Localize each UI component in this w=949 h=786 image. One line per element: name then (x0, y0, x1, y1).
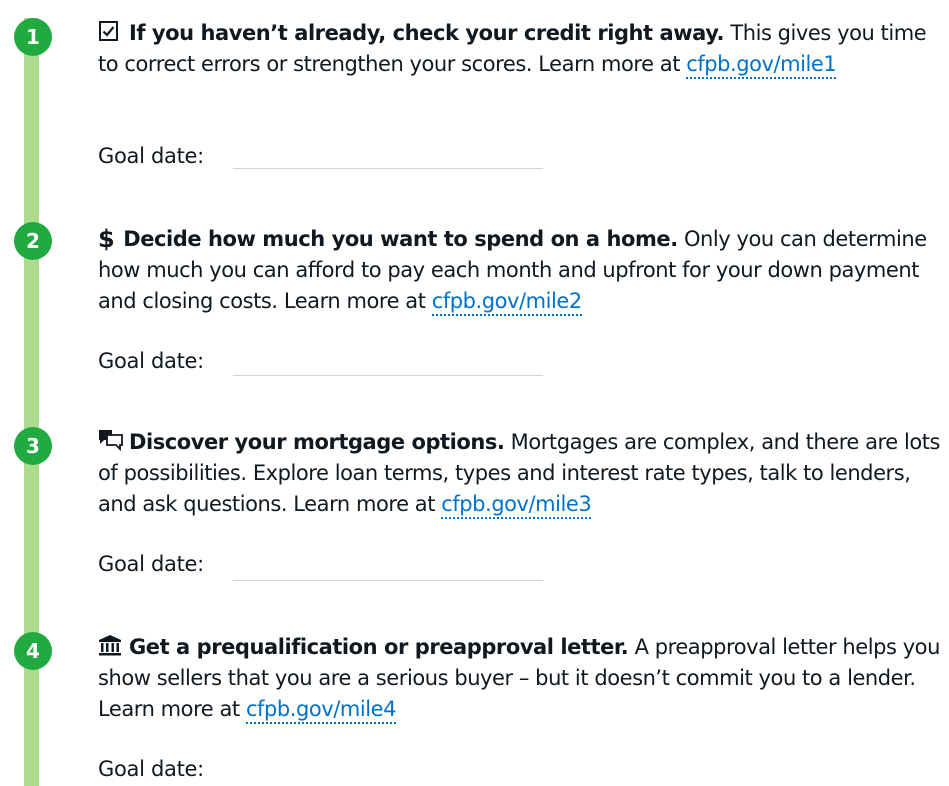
step-title: Decide how much you want to spend on a h… (123, 227, 678, 251)
step-title: Discover your mortgage options. (129, 430, 505, 454)
learn-more-link[interactable]: cfpb.gov/mile4 (245, 697, 396, 724)
step-title: Get a prequalification or preapproval le… (129, 635, 629, 659)
step-description: Get a prequalification or preapproval le… (98, 632, 944, 725)
step-number-badge: 1 (14, 18, 52, 56)
goal-date-field[interactable] (233, 168, 543, 169)
goal-date-label: Goal date: (98, 349, 204, 373)
step-description: $ Decide how much you want to spend on a … (98, 224, 944, 317)
step-number-badge: 4 (14, 632, 52, 670)
dollar-icon: $ (98, 225, 115, 253)
goal-date-label: Goal date: (98, 757, 204, 781)
step-title: If you haven’t already, check your credi… (129, 21, 725, 45)
step-number-badge: 3 (14, 427, 52, 465)
goal-date-label: Goal date: (98, 552, 204, 576)
step-description: Discover your mortgage options. Mortgage… (98, 427, 944, 520)
learn-more-link[interactable]: cfpb.gov/mile1 (686, 52, 837, 79)
step-description: If you haven’t already, check your credi… (98, 18, 944, 80)
goal-date-label: Goal date: (98, 144, 204, 168)
learn-more-link[interactable]: cfpb.gov/mile2 (431, 289, 582, 316)
checkbox-icon (98, 20, 124, 42)
step-number-badge: 2 (14, 222, 52, 260)
learn-more-link[interactable]: cfpb.gov/mile3 (441, 492, 592, 519)
goal-date-field[interactable] (233, 580, 543, 581)
bank-icon (98, 634, 124, 656)
chat-bubbles-icon (98, 429, 124, 451)
goal-date-field[interactable] (233, 375, 543, 376)
timeline-bar (24, 18, 39, 786)
